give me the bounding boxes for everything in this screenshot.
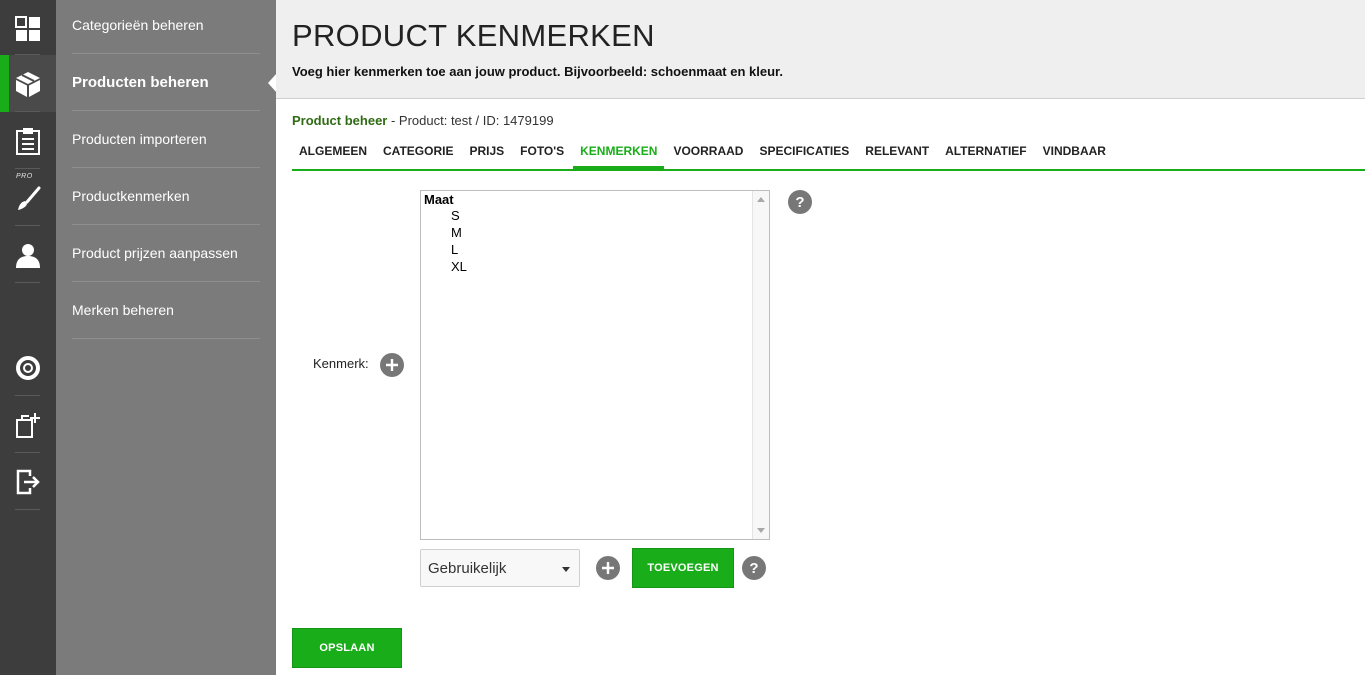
kenmerk-help-button[interactable]: ? xyxy=(788,190,812,214)
dashboard-icon[interactable] xyxy=(0,0,56,57)
toevoegen-button[interactable]: TOEVOEGEN xyxy=(632,548,734,588)
submenu-item-producten-importeren[interactable]: Producten importeren xyxy=(72,111,260,168)
submenu-label: Producten beheren xyxy=(72,73,209,91)
submenu-label: Producten importeren xyxy=(72,131,207,147)
submenu-label: Product prijzen aanpassen xyxy=(72,245,238,261)
kenmerk-type-select[interactable]: Gebruikelijk xyxy=(420,549,580,587)
list-group-label: Maat xyxy=(424,192,454,207)
list-item[interactable]: S xyxy=(451,208,460,223)
breadcrumb-link[interactable]: Product beheer xyxy=(292,113,387,128)
page-title: PRODUCT KENMERKEN xyxy=(292,18,655,53)
box-icon[interactable] xyxy=(0,55,56,112)
tab-bar: ALGEMEEN CATEGORIE PRIJS FOTO'S KENMERKE… xyxy=(292,140,1365,171)
brush-icon[interactable]: PRO xyxy=(0,169,56,226)
scroll-up-icon[interactable] xyxy=(757,197,765,202)
add-type-button[interactable] xyxy=(596,556,620,580)
tab-alternatief[interactable]: ALTERNATIEF xyxy=(938,140,1034,169)
help-icon: ? xyxy=(795,193,805,211)
logout-icon[interactable] xyxy=(0,453,56,510)
list-item[interactable]: L xyxy=(451,242,458,257)
icon-rail: PRO xyxy=(0,0,56,675)
tab-specificaties[interactable]: SPECIFICATIES xyxy=(752,140,856,169)
breadcrumb-text: - Product: test / ID: 1479199 xyxy=(387,113,554,128)
submenu-label: Merken beheren xyxy=(72,302,174,318)
tab-fotos[interactable]: FOTO'S xyxy=(513,140,571,169)
user-icon[interactable] xyxy=(0,226,56,283)
scroll-down-icon[interactable] xyxy=(757,528,765,533)
tab-vindbaar[interactable]: VINDBAAR xyxy=(1036,140,1113,169)
select-value: Gebruikelijk xyxy=(428,560,507,577)
plus-icon xyxy=(602,562,614,574)
submenu-item-prijzen-aanpassen[interactable]: Product prijzen aanpassen xyxy=(72,225,260,282)
tab-algemeen[interactable]: ALGEMEEN xyxy=(292,140,374,169)
submenu-item-merken-beheren[interactable]: Merken beheren xyxy=(72,282,260,339)
tab-relevant[interactable]: RELEVANT xyxy=(858,140,936,169)
save-button[interactable]: OPSLAAN xyxy=(292,628,402,668)
kenmerk-listbox[interactable]: Maat S M L XL xyxy=(420,190,770,540)
tab-kenmerken[interactable]: KENMERKEN xyxy=(573,140,665,169)
submenu-item-productkenmerken[interactable]: Productkenmerken xyxy=(72,168,260,225)
clipboard-icon[interactable] xyxy=(0,112,56,169)
pro-badge: PRO xyxy=(16,173,33,180)
submenu-panel: Categorieën beheren Producten beheren Pr… xyxy=(56,0,276,675)
list-item[interactable]: XL xyxy=(451,259,467,274)
plus-icon xyxy=(386,359,398,371)
help-icon: ? xyxy=(749,559,759,577)
submenu-item-producten-beheren[interactable]: Producten beheren xyxy=(72,54,260,111)
lifebuoy-icon[interactable] xyxy=(0,339,56,396)
submenu-label: Productkenmerken xyxy=(72,188,190,204)
page-header: PRODUCT KENMERKEN Voeg hier kenmerken to… xyxy=(276,0,1365,99)
submenu-label: Categorieën beheren xyxy=(72,17,204,33)
submenu-item-categorieen[interactable]: Categorieën beheren xyxy=(72,0,260,54)
chevron-down-icon xyxy=(562,567,570,572)
page-subtitle: Voeg hier kenmerken toe aan jouw product… xyxy=(292,64,783,79)
list-item[interactable]: M xyxy=(451,225,462,240)
copy-add-icon[interactable] xyxy=(0,396,56,453)
breadcrumb: Product beheer - Product: test / ID: 147… xyxy=(292,113,554,128)
add-help-button[interactable]: ? xyxy=(742,556,766,580)
tab-categorie[interactable]: CATEGORIE xyxy=(376,140,460,169)
listbox-scrollbar[interactable] xyxy=(752,191,769,539)
tab-prijs[interactable]: PRIJS xyxy=(462,140,511,169)
kenmerk-label: Kenmerk: xyxy=(313,356,369,371)
add-kenmerk-button[interactable] xyxy=(380,353,404,377)
tab-voorraad[interactable]: VOORRAAD xyxy=(666,140,750,169)
